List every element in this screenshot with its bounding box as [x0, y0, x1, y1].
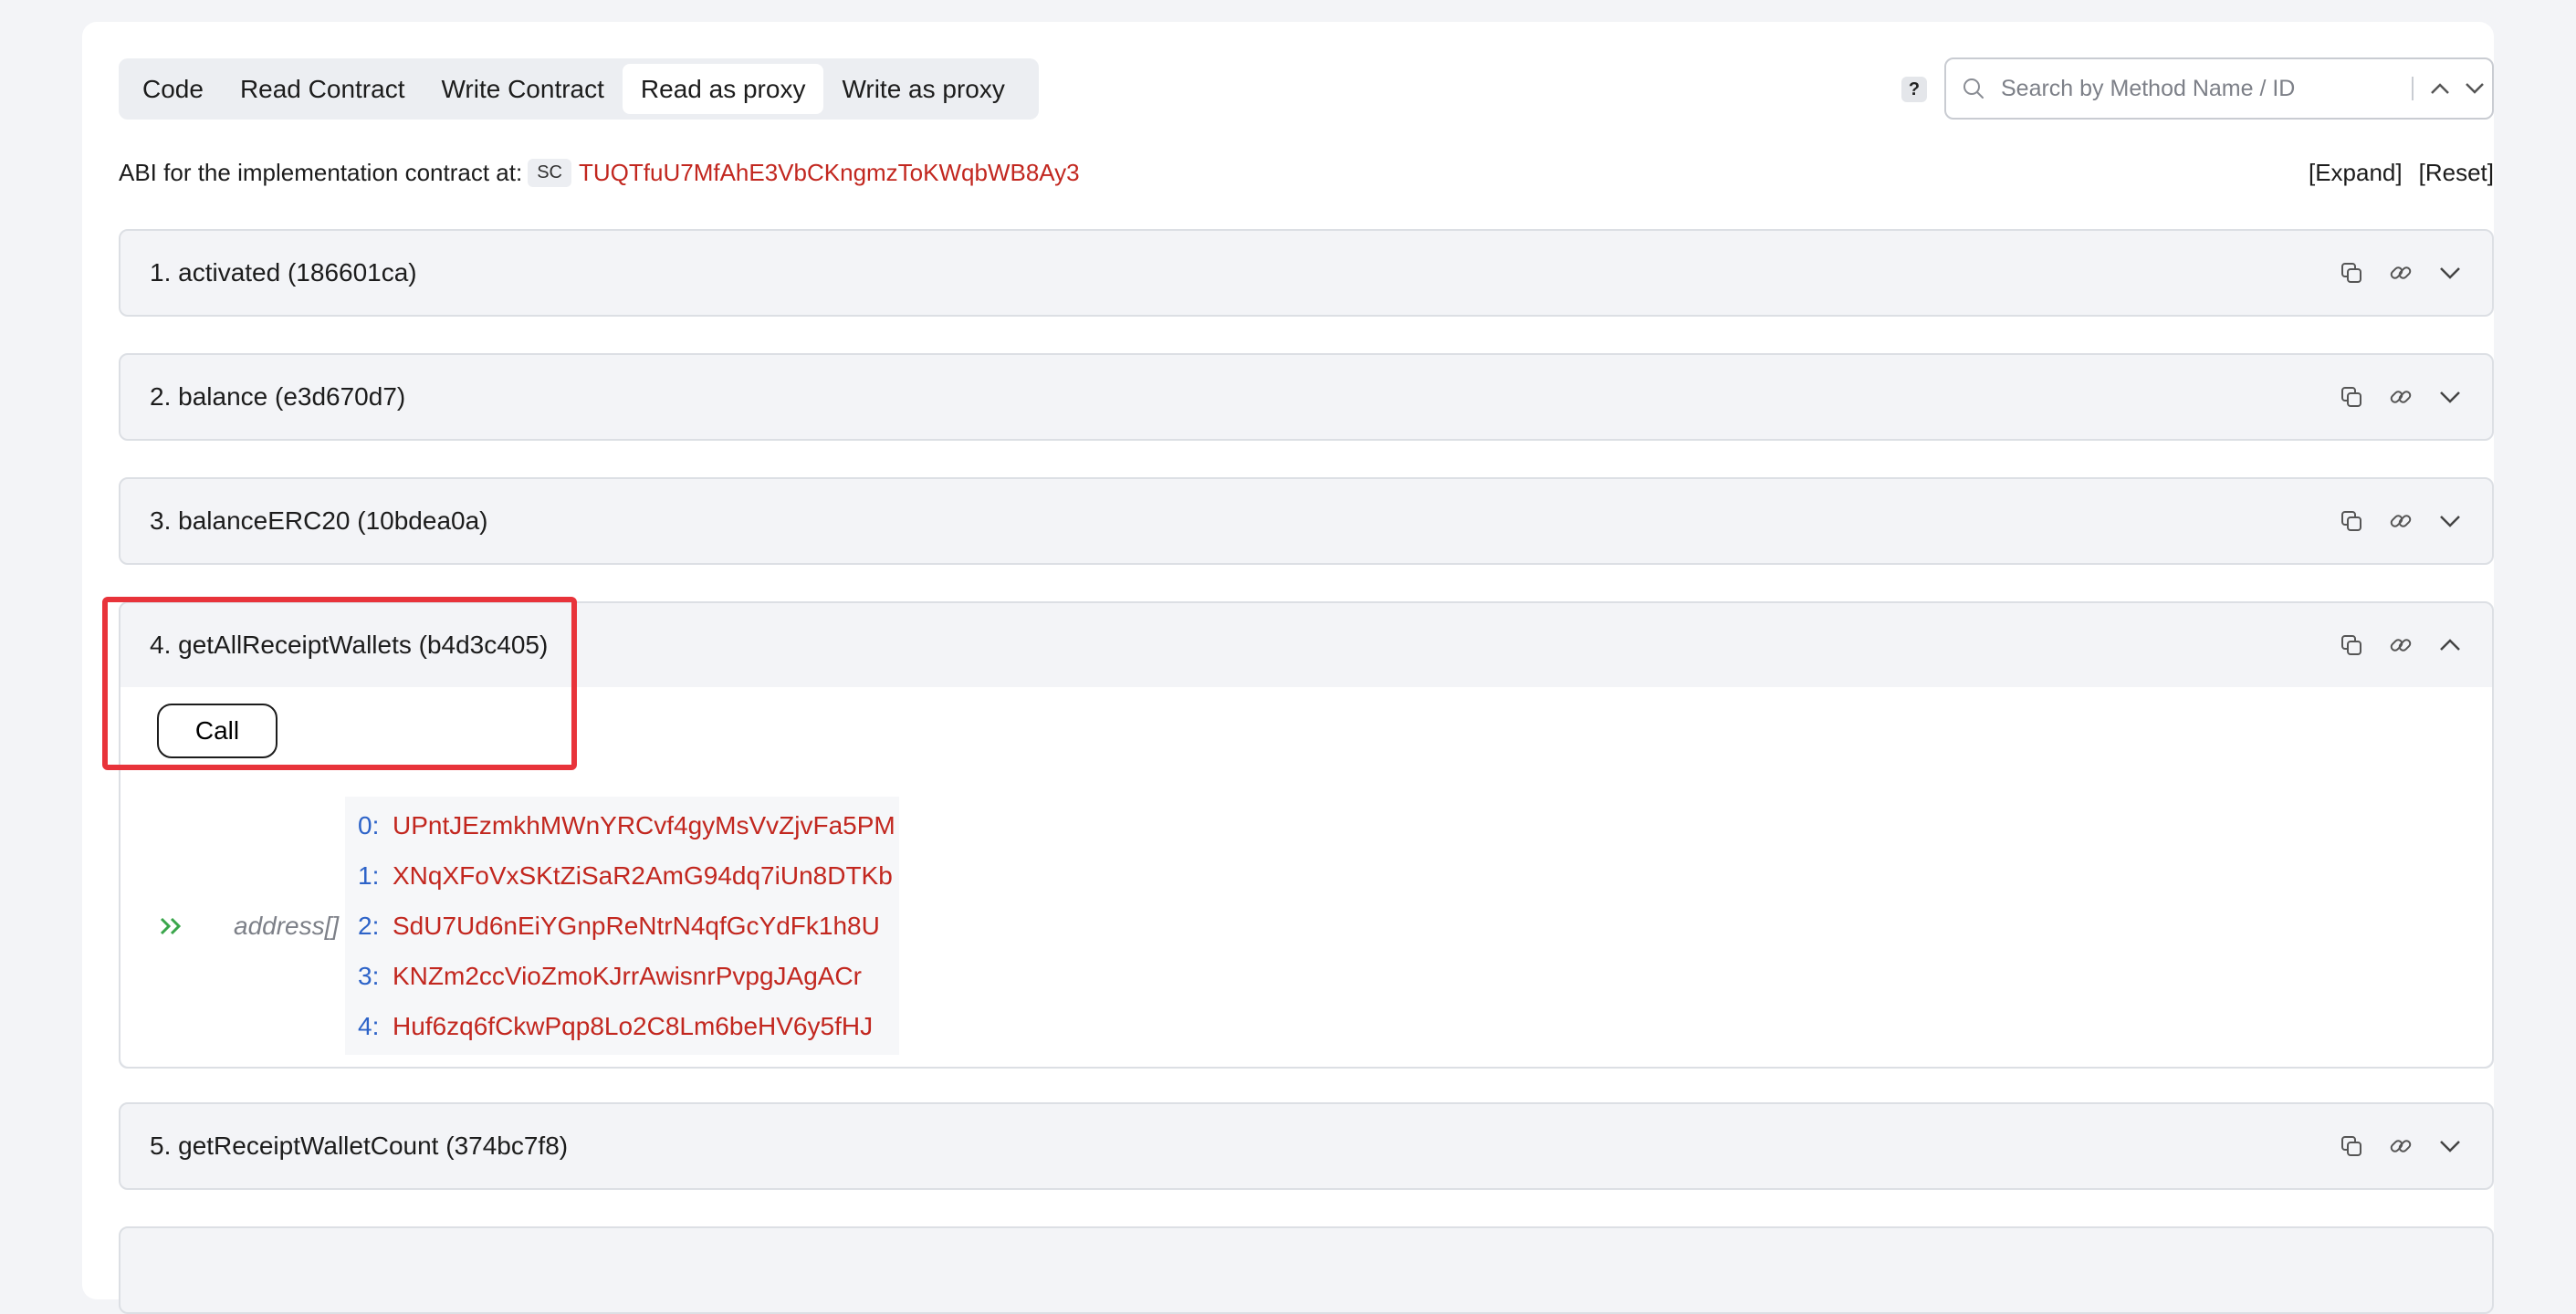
copy-icon[interactable] [2339, 384, 2364, 410]
result-address[interactable]: XNqXFoVxSKtZiSaR2AmG94dq7iUn8DTKb [393, 861, 893, 891]
method-item: 1. activated (186601ca) [119, 229, 2494, 317]
result-index: 4: [358, 1011, 380, 1040]
result-row: 1: XNqXFoVxSKtZiSaR2AmG94dq7iUn8DTKb [358, 850, 895, 901]
method-item: 2. balance (e3d670d7) [119, 353, 2494, 441]
method-header[interactable]: 4. getAllReceiptWallets (b4d3c405) [120, 603, 2492, 687]
chevron-down-icon[interactable] [2437, 1133, 2463, 1159]
copy-icon[interactable] [2339, 260, 2364, 286]
double-chevron-right-icon [153, 915, 190, 937]
chevron-down-icon[interactable] [2457, 82, 2492, 95]
search-icon [1946, 77, 2001, 100]
result-row: 4: Huf6zq6fCkwPqp8Lo2C8Lm6beHV6y5fHJ [358, 1001, 895, 1051]
tab-write-as-proxy[interactable]: Write as proxy [823, 64, 1022, 114]
copy-icon[interactable] [2339, 508, 2364, 534]
method-item [119, 1226, 2494, 1314]
tab-read-contract[interactable]: Read Contract [222, 64, 424, 114]
result-type: address[] [234, 911, 340, 940]
result-index: 2: [358, 911, 380, 940]
link-icon[interactable] [2388, 632, 2414, 658]
implementation-address-link[interactable]: TUQTfuU7MfAhE3VbCKngmzToKWqbWB8Ay3 [579, 159, 1080, 187]
chevron-up-icon[interactable] [2423, 82, 2457, 95]
tab-code[interactable]: Code [124, 64, 222, 114]
search-input[interactable] [2001, 75, 2412, 102]
abi-info: ABI for the implementation contract at: … [119, 159, 1080, 187]
call-result: address[] 0: UPntJEzmkhMWnYRCvf4gyMsVvZj… [153, 797, 899, 1055]
result-row: 0: UPntJEzmkhMWnYRCvf4gyMsVvZjvFa5PM [358, 800, 895, 850]
call-button[interactable]: Call [157, 704, 277, 758]
method-header[interactable]: 1. activated (186601ca) [120, 231, 2492, 315]
search-divider [2412, 77, 2414, 100]
method-header[interactable]: 5. getReceiptWalletCount (374bc7f8) [120, 1104, 2492, 1188]
result-row: 2: SdU7Ud6nEiYGnpReNtrN4qfGcYdFk1h8U [358, 901, 895, 951]
link-icon[interactable] [2388, 508, 2414, 534]
reset-link[interactable]: [Reset] [2419, 159, 2494, 187]
method-header[interactable]: 3. balanceERC20 (10bdea0a) [120, 479, 2492, 563]
result-index: 1: [358, 860, 380, 890]
chevron-down-icon[interactable] [2437, 260, 2463, 286]
method-title: 1. activated (186601ca) [150, 258, 417, 287]
chevron-down-icon[interactable] [2437, 508, 2463, 534]
chevron-up-icon[interactable] [2437, 632, 2463, 658]
result-address[interactable]: KNZm2ccVioZmoKJrrAwisnrPvpgJAgACr [393, 962, 862, 991]
sc-badge: SC [528, 159, 572, 187]
method-title: 2. balance (e3d670d7) [150, 382, 406, 411]
result-index: 0: [358, 810, 380, 840]
result-address[interactable]: Huf6zq6fCkwPqp8Lo2C8Lm6beHV6y5fHJ [393, 1012, 873, 1041]
method-body: Call address[] 0: UPntJEzmkhMWnYRCvf4gyM… [120, 687, 2492, 1067]
method-search [1944, 57, 2494, 120]
link-icon[interactable] [2388, 384, 2414, 410]
method-item-expanded: 4. getAllReceiptWallets (b4d3c405) Call … [119, 601, 2494, 1069]
tab-write-contract[interactable]: Write Contract [423, 64, 622, 114]
contract-panel: Code Read Contract Write Contract Read a… [82, 22, 2494, 1314]
method-title: 4. getAllReceiptWallets (b4d3c405) [150, 631, 549, 659]
link-icon[interactable] [2388, 260, 2414, 286]
copy-icon[interactable] [2339, 1133, 2364, 1159]
result-address[interactable]: SdU7Ud6nEiYGnpReNtrN4qfGcYdFk1h8U [393, 912, 880, 941]
expand-link[interactable]: [Expand] [2309, 159, 2403, 187]
link-icon[interactable] [2388, 1133, 2414, 1159]
tab-read-as-proxy[interactable]: Read as proxy [622, 64, 824, 114]
method-title: 5. getReceiptWalletCount (374bc7f8) [150, 1132, 569, 1160]
result-address[interactable]: UPntJEzmkhMWnYRCvf4gyMsVvZjvFa5PM [393, 811, 895, 840]
help-icon[interactable]: ? [1901, 77, 1927, 102]
method-item: 3. balanceERC20 (10bdea0a) [119, 477, 2494, 565]
copy-icon[interactable] [2339, 632, 2364, 658]
method-header[interactable] [120, 1228, 2492, 1312]
result-index: 3: [358, 961, 380, 990]
chevron-down-icon[interactable] [2437, 384, 2463, 410]
result-row: 3: KNZm2ccVioZmoKJrrAwisnrPvpgJAgACr [358, 951, 895, 1001]
method-item: 5. getReceiptWalletCount (374bc7f8) [119, 1102, 2494, 1190]
contract-tabs: Code Read Contract Write Contract Read a… [119, 58, 1039, 120]
abi-prefix: ABI for the implementation contract at: [119, 159, 523, 186]
expand-reset-controls: [Expand] [Reset] [2309, 159, 2494, 187]
result-list: 0: UPntJEzmkhMWnYRCvf4gyMsVvZjvFa5PM 1: … [345, 797, 899, 1055]
method-header[interactable]: 2. balance (e3d670d7) [120, 355, 2492, 439]
method-title: 3. balanceERC20 (10bdea0a) [150, 506, 488, 535]
